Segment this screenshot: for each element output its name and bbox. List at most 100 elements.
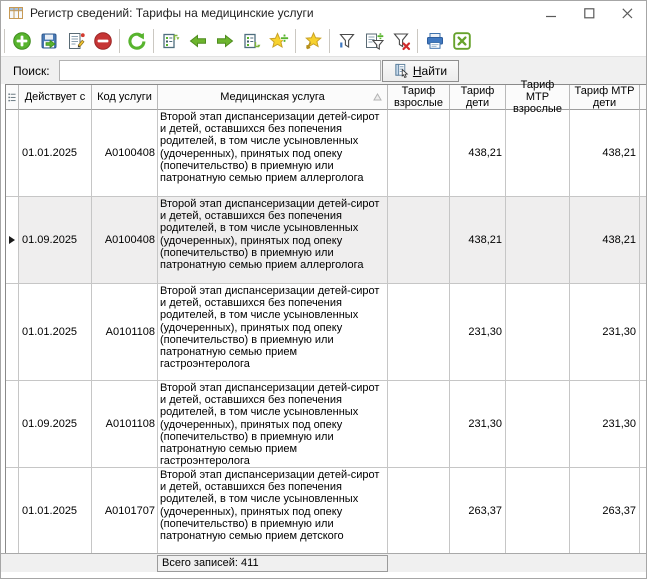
toolbar-separator [295, 29, 296, 53]
cell-overflow [640, 197, 646, 284]
list-prev-button[interactable] [157, 28, 184, 54]
search-input[interactable] [59, 60, 381, 81]
find-button-label: Найти [413, 64, 447, 78]
minimize-button[interactable] [532, 1, 570, 25]
cell-service-name: Второй этап диспансеризации детей-сирот … [158, 110, 388, 197]
column-header-tariff-mtr-children[interactable]: Тариф МТР дети [570, 85, 640, 110]
table-register-icon [8, 5, 24, 21]
records-grid: Действует с Код услуги Медицинская услуг… [5, 84, 646, 554]
table-row[interactable]: 01.09.2025 A0100408 Второй этап диспансе… [6, 197, 646, 284]
cell-tariff-children: 438,21 [450, 110, 506, 197]
add-button[interactable] [8, 28, 35, 54]
find-button[interactable]: Найти [382, 60, 459, 82]
toolbar [1, 25, 646, 56]
save-button[interactable] [35, 28, 62, 54]
cell-valid-from: 01.01.2025 [19, 284, 92, 381]
refresh-button[interactable] [123, 28, 150, 54]
delete-icon [93, 31, 113, 51]
next-record-button[interactable] [211, 28, 238, 54]
save-icon [39, 31, 59, 51]
list-next-button[interactable] [238, 28, 265, 54]
arrow-left-icon [188, 31, 208, 51]
cell-tariff-children: 231,30 [450, 381, 506, 468]
cell-overflow [640, 381, 646, 468]
filter-edit-button[interactable] [360, 28, 387, 54]
cell-valid-from: 01.09.2025 [19, 197, 92, 284]
column-header-service[interactable]: Медицинская услуга [158, 85, 388, 110]
toolbar-grip [4, 29, 5, 53]
cell-tariff-adults [388, 110, 450, 197]
filter-clear-button[interactable] [387, 28, 414, 54]
table-row[interactable]: 01.09.2025 A0101108 Второй этап диспансе… [6, 381, 646, 468]
table-row[interactable]: 01.01.2025 A0100408 Второй этап диспансе… [6, 110, 646, 197]
delete-button[interactable] [89, 28, 116, 54]
filter-clear-icon [391, 31, 411, 51]
list-arrow-up-icon [161, 31, 181, 51]
current-row-marker [9, 236, 15, 244]
cell-tariff-adults [388, 284, 450, 381]
grid-header: Действует с Код услуги Медицинская услуг… [6, 85, 646, 110]
column-header-tariff-adults[interactable]: Тариф взрослые [388, 85, 450, 110]
cell-tariff-mtr-adults [506, 468, 570, 554]
toolbar-separator [153, 29, 154, 53]
cell-valid-from: 01.01.2025 [19, 110, 92, 197]
grid-rows: 01.01.2025 A0100408 Второй этап диспансе… [6, 110, 646, 554]
grid-footer: Всего записей: 411 [1, 553, 646, 572]
filter-button[interactable] [333, 28, 360, 54]
star-add-button[interactable] [265, 28, 292, 54]
column-header-tariff-children[interactable]: Тариф дети [450, 85, 506, 110]
cell-service-name: Второй этап диспансеризации детей-сирот … [158, 284, 388, 381]
cell-tariff-mtr-children: 438,21 [570, 197, 640, 284]
toolbar-separator [119, 29, 120, 53]
cell-tariff-children: 231,30 [450, 284, 506, 381]
cell-service-code: A0100408 [92, 197, 158, 284]
list-arrow-down-icon [242, 31, 262, 51]
cell-tariff-mtr-adults [506, 381, 570, 468]
cell-service-code: A0101108 [92, 284, 158, 381]
column-header-service-label: Медицинская услуга [220, 91, 325, 103]
cell-overflow [640, 284, 646, 381]
table-row[interactable]: 01.01.2025 A0101707 Второй этап диспансе… [6, 468, 646, 554]
table-row[interactable]: 01.01.2025 A0101108 Второй этап диспансе… [6, 284, 646, 381]
toolbar-separator [329, 29, 330, 53]
add-icon [12, 31, 32, 51]
cell-tariff-adults [388, 197, 450, 284]
row-selector-cell[interactable] [6, 381, 19, 468]
print-button[interactable] [421, 28, 448, 54]
column-header-overflow [640, 85, 646, 110]
toolbar-separator [417, 29, 418, 53]
title-bar: Регистр сведений: Тарифы на медицинские … [1, 1, 646, 25]
prev-record-button[interactable] [184, 28, 211, 54]
cell-overflow [640, 468, 646, 554]
total-records-box: Всего записей: 411 [157, 555, 388, 572]
app-window: Регистр сведений: Тарифы на медицинские … [0, 0, 647, 579]
row-indicator-header[interactable] [6, 85, 19, 110]
edit-button[interactable] [62, 28, 89, 54]
excel-icon [452, 31, 472, 51]
maximize-button[interactable] [570, 1, 608, 25]
row-selector-cell[interactable] [6, 110, 19, 197]
row-selector-cell[interactable] [6, 468, 19, 554]
cell-service-code: A0101108 [92, 381, 158, 468]
column-header-service-code[interactable]: Код услуги [92, 85, 158, 110]
cell-tariff-mtr-adults [506, 110, 570, 197]
cell-tariff-mtr-adults [506, 284, 570, 381]
cell-tariff-mtr-children: 231,30 [570, 284, 640, 381]
print-icon [425, 31, 445, 51]
find-icon [394, 63, 409, 78]
column-header-valid-from[interactable]: Действует с [19, 85, 92, 110]
cell-tariff-children: 263,37 [450, 468, 506, 554]
edit-icon [66, 31, 86, 51]
cell-overflow [640, 110, 646, 197]
star-arrow-icon [303, 31, 323, 51]
star-go-button[interactable] [299, 28, 326, 54]
column-header-tariff-mtr-adults[interactable]: Тариф МТР взрослые [506, 85, 570, 110]
search-label: Поиск: [13, 64, 59, 78]
cell-service-code: A0100408 [92, 110, 158, 197]
row-selector-cell[interactable] [6, 197, 19, 284]
cell-valid-from: 01.09.2025 [19, 381, 92, 468]
window-title: Регистр сведений: Тарифы на медицинские … [30, 6, 314, 20]
close-button[interactable] [608, 1, 646, 25]
export-excel-button[interactable] [448, 28, 475, 54]
row-selector-cell[interactable] [6, 284, 19, 381]
